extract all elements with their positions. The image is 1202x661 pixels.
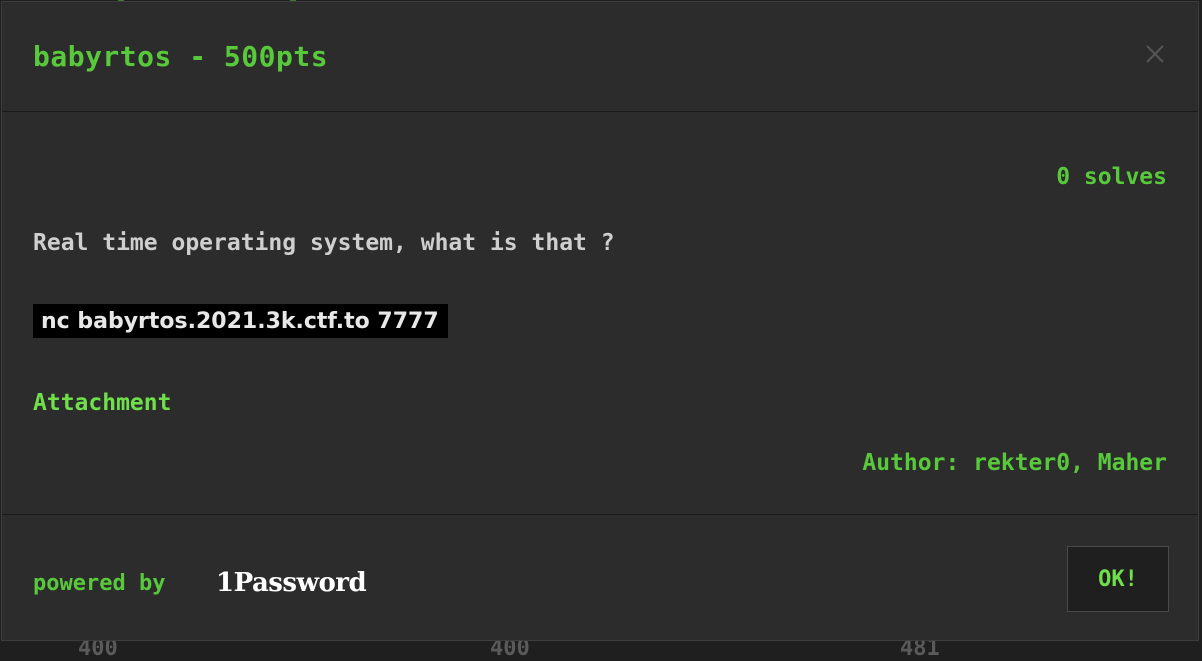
- challenge-description: Real time operating system, what is that…: [33, 230, 615, 256]
- close-icon: [1146, 45, 1164, 63]
- solves-count: 0 solves: [1056, 164, 1167, 190]
- sponsor-logo[interactable]: 1Password: [216, 567, 367, 599]
- ok-button[interactable]: OK!: [1067, 546, 1169, 612]
- connection-command: nc babyrtos.2021.3k.ctf.to 7777: [33, 304, 448, 338]
- powered-by-label: powered by: [33, 571, 166, 596]
- close-button[interactable]: [1143, 42, 1167, 66]
- challenge-modal: babyrtos - 500pts 0 solves Real time ope…: [1, 1, 1199, 641]
- challenge-title: babyrtos - 500pts: [33, 40, 329, 73]
- modal-body: 0 solves Real time operating system, wha…: [2, 112, 1198, 514]
- challenge-author: Author: rekter0, Maher: [862, 450, 1167, 476]
- modal-header: babyrtos - 500pts: [2, 2, 1198, 112]
- sponsor-logo-text: 1Password: [216, 568, 367, 598]
- attachment-link[interactable]: Attachment: [33, 390, 171, 416]
- modal-footer: powered by 1Password OK!: [2, 514, 1198, 640]
